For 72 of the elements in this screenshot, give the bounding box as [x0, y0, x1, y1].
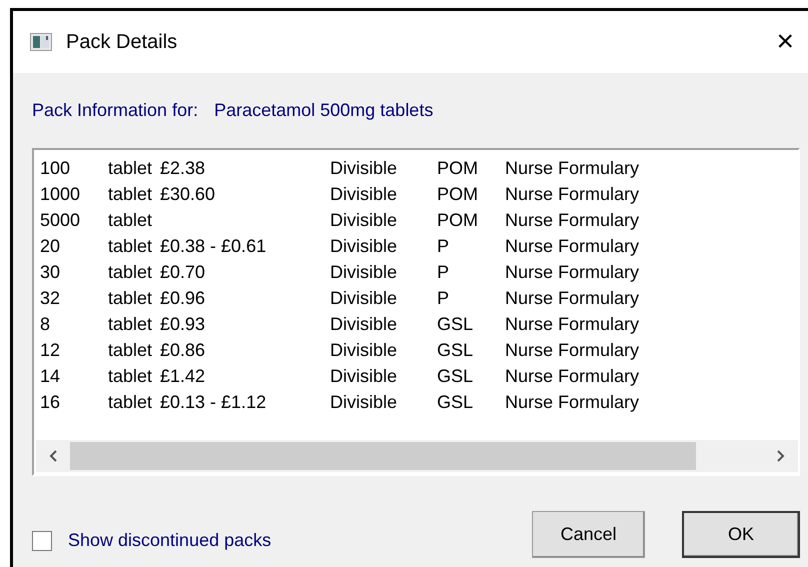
legal-category: P	[437, 261, 450, 284]
legal-category: GSL	[437, 313, 474, 336]
dialog-button[interactable]: Cancel	[532, 511, 645, 558]
pack-price: £0.13 - £1.12	[160, 391, 268, 414]
divisibility: Divisible	[330, 391, 398, 414]
pack-unit: tablet	[108, 313, 154, 336]
formulary: Nurse Formulary	[505, 287, 640, 310]
pack-unit: tablet	[108, 183, 154, 206]
formulary: Nurse Formulary	[505, 183, 640, 206]
pack-size: 20	[40, 235, 62, 258]
window-app-icon	[30, 33, 52, 51]
divisibility: Divisible	[330, 157, 398, 180]
window-title: Pack Details	[66, 30, 178, 55]
divisibility: Divisible	[330, 365, 398, 388]
header-label: Pack Information for:	[32, 99, 198, 122]
pack-size: 1000	[40, 183, 82, 206]
chevron-right-icon	[777, 450, 785, 462]
pack-unit: tablet	[108, 287, 154, 310]
formulary: Nurse Formulary	[505, 157, 640, 180]
close-button[interactable]: ×	[776, 27, 794, 57]
pack-size: 12	[40, 339, 62, 362]
legal-category: POM	[437, 183, 480, 206]
legal-category: GSL	[437, 365, 474, 388]
divisibility: Divisible	[330, 209, 398, 232]
checkbox-label[interactable]: Show discontinued packs	[68, 527, 272, 554]
divisibility: Divisible	[330, 183, 398, 206]
checkbox[interactable]	[32, 530, 52, 550]
divisibility: Divisible	[330, 313, 398, 336]
pack-unit: tablet	[108, 365, 154, 388]
legal-category: P	[437, 287, 450, 310]
pack-unit: tablet	[108, 261, 154, 284]
pack-list[interactable]	[32, 148, 800, 476]
pack-size: 30	[40, 261, 62, 284]
pack-price: £1.42	[160, 365, 206, 388]
legal-category: P	[437, 235, 450, 258]
scrollbar-thumb[interactable]	[70, 442, 696, 470]
pack-price: £0.93	[160, 313, 206, 336]
pack-unit: tablet	[108, 339, 154, 362]
chevron-left-icon	[49, 450, 57, 462]
pack-size: 100	[40, 157, 72, 180]
pack-price: £2.38	[160, 157, 206, 180]
pack-unit: tablet	[108, 391, 154, 414]
formulary: Nurse Formulary	[505, 365, 640, 388]
divisibility: Divisible	[330, 339, 398, 362]
legal-category: POM	[437, 209, 480, 232]
formulary: Nurse Formulary	[505, 261, 640, 284]
pack-size: 32	[40, 287, 62, 310]
pack-price: £0.38 - £0.61	[160, 235, 268, 258]
product-name: Paracetamol 500mg tablets	[214, 99, 434, 122]
pack-price: £30.60	[160, 183, 216, 206]
pack-size: 5000	[40, 209, 82, 232]
pack-unit: tablet	[108, 235, 154, 258]
divisibility: Divisible	[330, 235, 398, 258]
legal-category: GSL	[437, 391, 474, 414]
pack-price: £0.70	[160, 261, 206, 284]
pack-price: £0.86	[160, 339, 206, 362]
pack-unit: tablet	[108, 209, 154, 232]
pack-unit: tablet	[108, 157, 154, 180]
formulary: Nurse Formulary	[505, 391, 640, 414]
formulary: Nurse Formulary	[505, 313, 640, 336]
pack-size: 14	[40, 365, 62, 388]
formulary: Nurse Formulary	[505, 209, 640, 232]
legal-category: GSL	[437, 339, 474, 362]
pack-price: £0.96	[160, 287, 206, 310]
dialog-button[interactable]: OK	[682, 511, 800, 558]
formulary: Nurse Formulary	[505, 235, 640, 258]
formulary: Nurse Formulary	[505, 339, 640, 362]
legal-category: POM	[437, 157, 480, 180]
pack-size: 8	[40, 313, 52, 336]
pack-size: 16	[40, 391, 62, 414]
divisibility: Divisible	[330, 287, 398, 310]
divisibility: Divisible	[330, 261, 398, 284]
